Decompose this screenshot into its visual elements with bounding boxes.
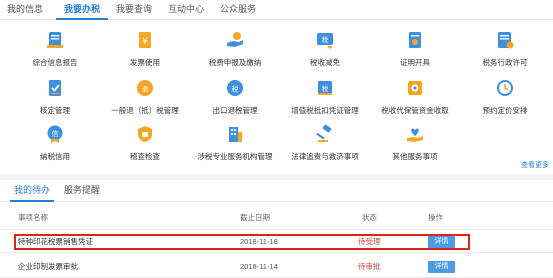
- tab-query[interactable]: 我要查询: [112, 0, 156, 20]
- details-button[interactable]: 详情: [428, 261, 455, 273]
- service-other-matters[interactable]: 其他服务事项: [370, 120, 460, 168]
- license-icon: [498, 32, 514, 49]
- service-label: 核定管理: [40, 106, 70, 115]
- service-label: 其他服务事项: [392, 152, 438, 161]
- row-name: 企业印制发票审批: [18, 262, 78, 271]
- service-label: 出口退税管理: [212, 106, 258, 115]
- service-fund-custody[interactable]: 税收代保管资金收取: [370, 74, 460, 122]
- service-legal-remedy[interactable]: 法律追责与救济事项: [280, 120, 370, 168]
- gavel-icon: [316, 124, 332, 142]
- service-vat-voucher[interactable]: 税 增值税抵扣凭证管理: [280, 74, 370, 122]
- tax-reduction-icon: 税: [317, 33, 333, 49]
- row-deadline: 2018-11-14: [240, 262, 278, 271]
- service-label: 综合信息报告: [32, 58, 78, 67]
- service-inspection[interactable]: 稽查检查: [100, 120, 190, 168]
- service-label: 纳税信用: [40, 152, 70, 161]
- certificate-icon: [409, 32, 421, 48]
- todo-table-header: 事项名称 截止日期 状态 操作: [0, 206, 553, 230]
- export-refund-icon: 税: [227, 80, 243, 96]
- service-label: 税务行政许可: [482, 58, 528, 67]
- view-more-link[interactable]: 查看更多: [521, 160, 549, 170]
- service-label: 一般退（抵）税管理: [111, 106, 179, 115]
- service-label: 涉税专业服务机构管理: [197, 152, 273, 161]
- column-header-name: 事项名称: [18, 213, 48, 222]
- service-label: 税收代保管资金收取: [381, 106, 449, 115]
- service-label: 法律追责与救济事项: [291, 152, 359, 161]
- service-label: 发票使用: [130, 58, 160, 67]
- service-advance-pricing[interactable]: 预约定价安排: [460, 74, 550, 122]
- refund-icon: 退: [137, 80, 153, 96]
- service-label: 增值税抵扣凭证管理: [291, 106, 359, 115]
- service-tax-credit[interactable]: 信 纳税信用: [10, 120, 100, 168]
- service-tax-filing-payment[interactable]: 税费申报及缴纳: [190, 26, 280, 74]
- service-label: 证明开具: [400, 58, 430, 67]
- service-certificate-issue[interactable]: 证明开具: [370, 26, 460, 74]
- todo-tabs: 我的待办 服务提醒: [0, 180, 553, 202]
- service-administrative-license[interactable]: 税务行政许可: [460, 26, 550, 74]
- svg-text:信: 信: [52, 129, 59, 138]
- approved-document-icon: [49, 80, 61, 96]
- svg-text:税: 税: [322, 35, 329, 44]
- heart-hand-icon: [407, 128, 423, 142]
- vat-voucher-icon: 税: [318, 81, 332, 95]
- tab-my-todo[interactable]: 我的待办: [10, 180, 54, 202]
- highlight-box: [14, 234, 470, 250]
- service-assessment-management[interactable]: 核定管理: [10, 74, 100, 122]
- svg-text:退: 退: [142, 85, 149, 94]
- tab-interaction-center[interactable]: 互动中心: [164, 0, 208, 20]
- column-header-action: 操作: [428, 213, 443, 222]
- service-label: 稽查检查: [130, 152, 160, 161]
- service-tax-reduction[interactable]: 税 税收减免: [280, 26, 370, 74]
- service-tax-agency-management[interactable]: 涉税专业服务机构管理: [190, 120, 280, 168]
- svg-text:税: 税: [232, 85, 239, 94]
- building-icon: [229, 127, 242, 142]
- svg-text:税: 税: [322, 84, 329, 93]
- hand-coin-icon: [227, 32, 243, 47]
- inspection-shield-icon: [138, 126, 152, 142]
- column-header-deadline: 截止日期: [240, 213, 270, 222]
- service-grid: 综合信息报告 ¥ 发票使用 税费申报及缴纳 税 税收减免 证明开具 税务行政许可…: [0, 22, 553, 170]
- tab-public-service[interactable]: 公众服务: [216, 0, 260, 20]
- service-invoice-use[interactable]: ¥ 发票使用: [100, 26, 190, 74]
- invoice-yen-icon: ¥: [139, 32, 151, 48]
- appointment-clock-icon: [497, 80, 513, 96]
- column-header-status: 状态: [362, 213, 377, 222]
- service-label: 税收减免: [310, 58, 340, 67]
- service-label: 税费申报及缴纳: [208, 58, 262, 67]
- table-row: 企业印制发票审批 2018-11-14 待审批 详情: [0, 256, 553, 278]
- top-navigation: 我的信息 我要办税 我要查询 互动中心 公众服务: [0, 0, 553, 20]
- service-export-refund[interactable]: 税 出口退税管理: [190, 74, 280, 122]
- svg-text:¥: ¥: [142, 37, 148, 47]
- service-comprehensive-report[interactable]: 综合信息报告: [10, 26, 100, 74]
- safe-fund-icon: [408, 81, 422, 95]
- service-label: 预约定价安排: [482, 106, 528, 115]
- row-status: 待审批: [358, 262, 381, 271]
- tab-my-info[interactable]: 我的信息: [4, 0, 46, 20]
- tab-tax-handling[interactable]: 我要办税: [56, 0, 108, 20]
- credit-badge-icon: 信: [47, 125, 63, 143]
- service-general-refund[interactable]: 退 一般退（抵）税管理: [100, 74, 190, 122]
- document-report-icon: [47, 32, 63, 48]
- tab-service-reminder[interactable]: 服务提醒: [60, 180, 104, 202]
